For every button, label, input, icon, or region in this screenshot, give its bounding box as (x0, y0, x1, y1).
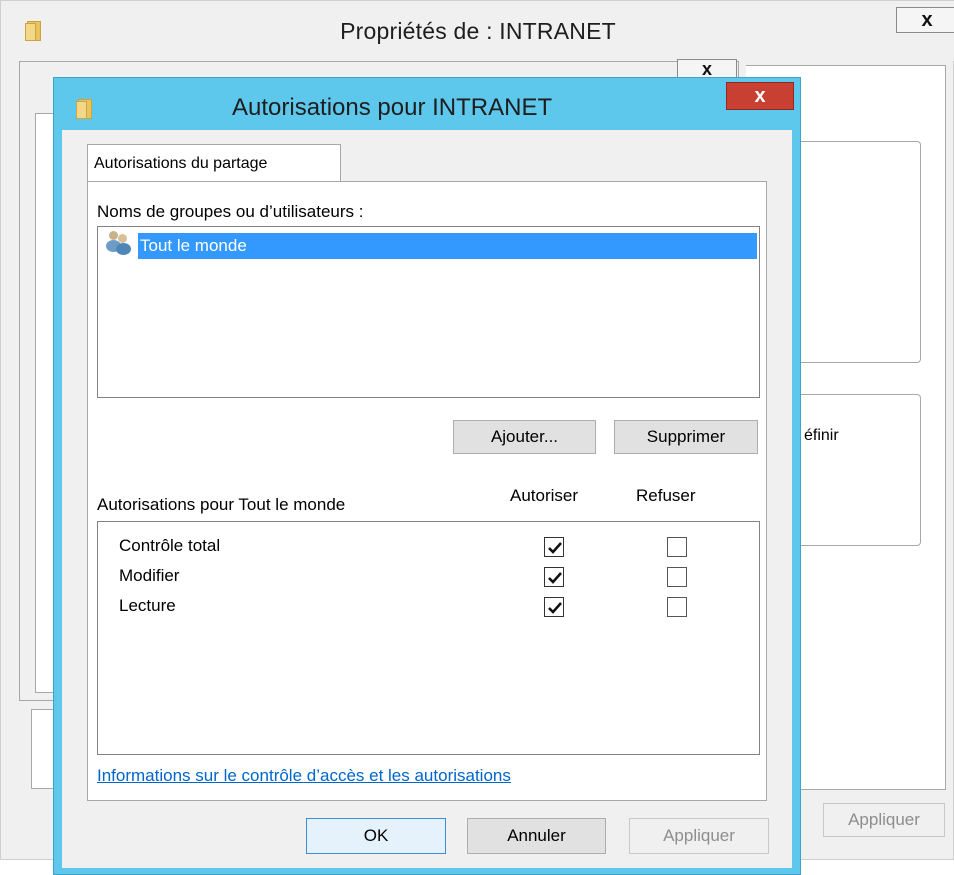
deny-checkbox-modifier[interactable] (667, 567, 687, 587)
allow-checkbox-modifier[interactable] (544, 567, 564, 587)
deny-column-header: Refuser (636, 486, 696, 505)
back-window-close-button[interactable]: x (896, 7, 954, 33)
back-window-apply-button[interactable]: Appliquer (823, 803, 945, 837)
allow-checkbox-lecture[interactable] (544, 597, 564, 617)
permissions-listbox: Contrôle total Modifier Lecture (97, 521, 760, 755)
apply-button[interactable]: Appliquer (629, 818, 769, 854)
permission-name: Contrôle total (119, 536, 221, 555)
back-window-title: Propriétés de : INTRANET (1, 1, 954, 61)
dialog-body: Autorisations du partage Noms de groupes… (62, 130, 792, 868)
checkmark-icon (548, 542, 562, 554)
folder-icon (25, 19, 45, 41)
checkmark-icon (548, 602, 562, 614)
remove-button[interactable]: Supprimer (614, 420, 758, 454)
users-icon (106, 231, 132, 255)
dialog-folder-icon (76, 97, 96, 119)
permission-name: Modifier (119, 566, 180, 585)
dialog-close-button[interactable]: x (726, 82, 794, 110)
deny-checkbox-controle-total[interactable] (667, 537, 687, 557)
group-item-tout-le-monde[interactable]: Tout le monde (138, 233, 757, 259)
tab-share-permissions[interactable]: Autorisations du partage (87, 144, 341, 182)
allow-column-header: Autoriser (510, 486, 579, 505)
allow-checkbox-controle-total[interactable] (544, 537, 564, 557)
permissions-dialog: Autorisations pour INTRANET x Autorisati… (53, 77, 801, 875)
groups-label: Noms de groupes ou d’utilisateurs : (97, 202, 364, 221)
add-button[interactable]: Ajouter... (453, 420, 596, 454)
access-control-info-link[interactable]: Informations sur le contrôle d’accès et … (97, 766, 511, 786)
deny-checkbox-lecture[interactable] (667, 597, 687, 617)
permission-name: Lecture (119, 596, 176, 615)
checkmark-icon (548, 572, 562, 584)
dialog-title: Autorisations pour INTRANET (232, 94, 553, 121)
back-window-partial-label: éfinir (804, 427, 839, 444)
permissions-label: Autorisations pour Tout le monde (97, 495, 346, 514)
groups-listbox[interactable]: Tout le monde (97, 226, 760, 398)
ok-button[interactable]: OK (306, 818, 446, 854)
cancel-button[interactable]: Annuler (467, 818, 606, 854)
